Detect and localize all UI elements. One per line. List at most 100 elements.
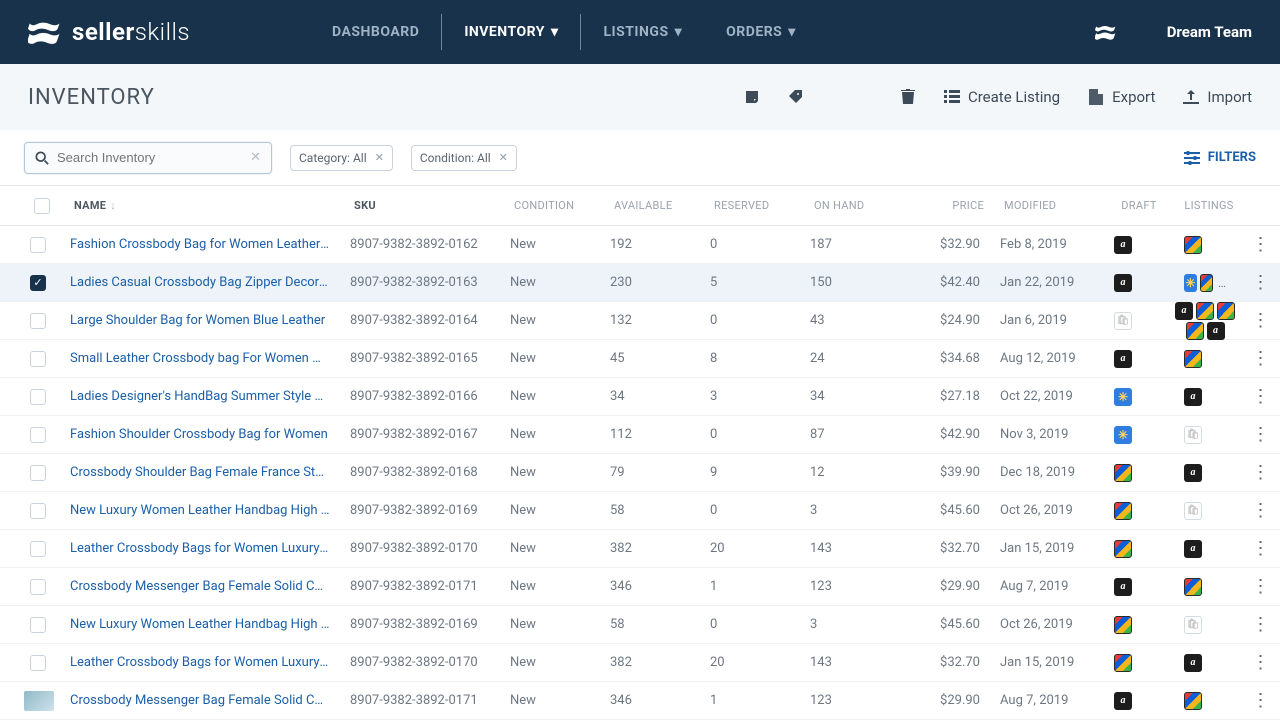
row-actions-menu[interactable]: ⋮ [1240, 310, 1280, 331]
ebay-badge[interactable] [1184, 350, 1202, 368]
row-checkbox[interactable] [30, 655, 46, 671]
ebay-badge[interactable] [1114, 464, 1132, 482]
amazon-badge[interactable] [1175, 302, 1193, 320]
filter-chip-condition[interactable]: Condition: All✕ [411, 145, 517, 171]
select-all-checkbox[interactable] [34, 198, 50, 214]
row-actions-menu[interactable]: ⋮ [1240, 424, 1280, 445]
col-reserved[interactable]: RESERVED [704, 199, 804, 212]
product-name-link[interactable]: Crossbody Shoulder Bag Female France Sty… [60, 465, 340, 480]
nav-dashboard[interactable]: DASHBOARD [310, 14, 441, 50]
import-button[interactable]: Import [1183, 88, 1252, 106]
note-button[interactable] [744, 89, 760, 105]
shopify-badge[interactable] [1184, 502, 1202, 520]
col-modified[interactable]: MODIFIED [994, 199, 1104, 212]
ebay-badge[interactable] [1200, 274, 1213, 292]
amazon-badge[interactable] [1184, 654, 1202, 672]
ebay-badge[interactable] [1114, 540, 1132, 558]
remove-chip-icon[interactable]: ✕ [375, 151, 384, 164]
product-name-link[interactable]: New Luxury Women Leather Handbag High Qu… [60, 617, 340, 632]
brand-logo[interactable]: sellerskills [28, 18, 190, 46]
row-actions-menu[interactable]: ⋮ [1240, 538, 1280, 559]
walmart-badge[interactable] [1184, 274, 1197, 292]
amazon-badge[interactable] [1184, 540, 1202, 558]
shopify-badge[interactable] [1114, 312, 1132, 330]
row-actions-menu[interactable]: ⋮ [1240, 614, 1280, 635]
row-actions-menu[interactable]: ⋮ [1240, 690, 1280, 711]
ebay-badge[interactable] [1114, 502, 1132, 520]
shopify-badge[interactable] [1184, 616, 1202, 634]
export-button[interactable]: Export [1088, 88, 1155, 106]
row-checkbox[interactable] [30, 617, 46, 633]
brand-mark-icon[interactable] [1095, 23, 1117, 41]
amazon-badge[interactable] [1114, 578, 1132, 596]
ebay-badge[interactable] [1196, 302, 1214, 320]
product-name-link[interactable]: Fashion Shoulder Crossbody Bag for Women [60, 427, 340, 442]
amazon-badge[interactable] [1207, 322, 1225, 340]
remove-chip-icon[interactable]: ✕ [499, 151, 508, 164]
product-name-link[interactable]: Ladies Designer's HandBag Summer Style L… [60, 389, 340, 404]
product-name-link[interactable]: Crossbody Messenger Bag Female Solid Col… [60, 693, 340, 708]
row-actions-menu[interactable]: ⋮ [1240, 234, 1280, 255]
nav-inventory[interactable]: INVENTORY▾ [441, 14, 581, 50]
ebay-badge[interactable] [1184, 236, 1202, 254]
ebay-badge[interactable] [1114, 654, 1132, 672]
tag-button[interactable] [788, 89, 804, 105]
product-name-link[interactable]: Leather Crossbody Bags for Women Luxury … [60, 655, 340, 670]
create-listing-button[interactable]: Create Listing [944, 88, 1060, 106]
product-name-link[interactable]: New Luxury Women Leather Handbag High Qu… [60, 503, 340, 518]
row-actions-menu[interactable]: ⋮ [1240, 462, 1280, 483]
row-actions-menu[interactable]: ⋮ [1240, 652, 1280, 673]
col-name[interactable]: NAME↓ [64, 199, 344, 212]
amazon-badge[interactable] [1114, 236, 1132, 254]
col-available[interactable]: AVAILABLE [604, 199, 704, 212]
row-actions-menu[interactable]: ⋮ [1240, 386, 1280, 407]
amazon-badge[interactable] [1114, 692, 1132, 710]
row-actions-menu[interactable]: ⋮ [1240, 576, 1280, 597]
row-actions-menu[interactable]: ⋮ [1240, 348, 1280, 369]
col-listings[interactable]: LISTINGS [1174, 199, 1244, 212]
ebay-badge[interactable] [1184, 692, 1202, 710]
shopify-badge[interactable] [1184, 426, 1202, 444]
search-input[interactable] [49, 150, 250, 165]
row-checkbox[interactable] [30, 503, 46, 519]
product-name-link[interactable]: Ladies Casual Crossbody Bag Zipper Decor… [60, 275, 340, 290]
filter-chip-category[interactable]: Category: All✕ [290, 145, 393, 171]
delete-button[interactable] [900, 89, 916, 105]
col-onhand[interactable]: ON HAND [804, 199, 894, 212]
col-sku[interactable]: SKU [344, 199, 504, 212]
col-draft[interactable]: DRAFT [1104, 199, 1174, 212]
product-name-link[interactable]: Leather Crossbody Bags for Women Luxury … [60, 541, 340, 556]
row-checkbox[interactable] [30, 237, 46, 253]
col-condition[interactable]: CONDITION [504, 199, 604, 212]
product-name-link[interactable]: Large Shoulder Bag for Women Blue Leathe… [60, 313, 340, 328]
row-checkbox[interactable] [30, 389, 46, 405]
amazon-badge[interactable] [1184, 388, 1202, 406]
col-price[interactable]: PRICE [894, 199, 994, 212]
walmart-badge[interactable] [1114, 426, 1132, 444]
filters-button[interactable]: FILTERS [1184, 150, 1256, 165]
row-checkbox[interactable] [30, 427, 46, 443]
nav-listings[interactable]: LISTINGS▾ [581, 14, 704, 50]
product-name-link[interactable]: Fashion Crossbody Bag for Women Leather … [60, 237, 340, 252]
row-checkbox[interactable] [30, 351, 46, 367]
nav-orders[interactable]: ORDERS▾ [704, 14, 818, 50]
product-name-link[interactable]: Crossbody Messenger Bag Female Solid Col… [60, 579, 340, 594]
ebay-badge[interactable] [1184, 578, 1202, 596]
row-checkbox[interactable] [30, 541, 46, 557]
walmart-badge[interactable] [1114, 388, 1132, 406]
search-inventory[interactable]: ✕ [24, 142, 272, 174]
more-listings[interactable]: … [1218, 276, 1226, 290]
row-checkbox[interactable] [30, 579, 46, 595]
row-actions-menu[interactable]: ⋮ [1240, 500, 1280, 521]
account-menu[interactable]: Dream Team [1167, 23, 1252, 41]
row-checkbox[interactable] [30, 275, 46, 291]
clear-search-icon[interactable]: ✕ [250, 150, 261, 165]
ebay-badge[interactable] [1186, 322, 1204, 340]
amazon-badge[interactable] [1114, 274, 1132, 292]
ebay-badge[interactable] [1217, 302, 1235, 320]
row-actions-menu[interactable]: ⋮ [1240, 272, 1280, 293]
product-name-link[interactable]: Small Leather Crossbody bag For Women Me… [60, 351, 340, 366]
amazon-badge[interactable] [1184, 464, 1202, 482]
amazon-badge[interactable] [1114, 350, 1132, 368]
row-checkbox[interactable] [30, 313, 46, 329]
